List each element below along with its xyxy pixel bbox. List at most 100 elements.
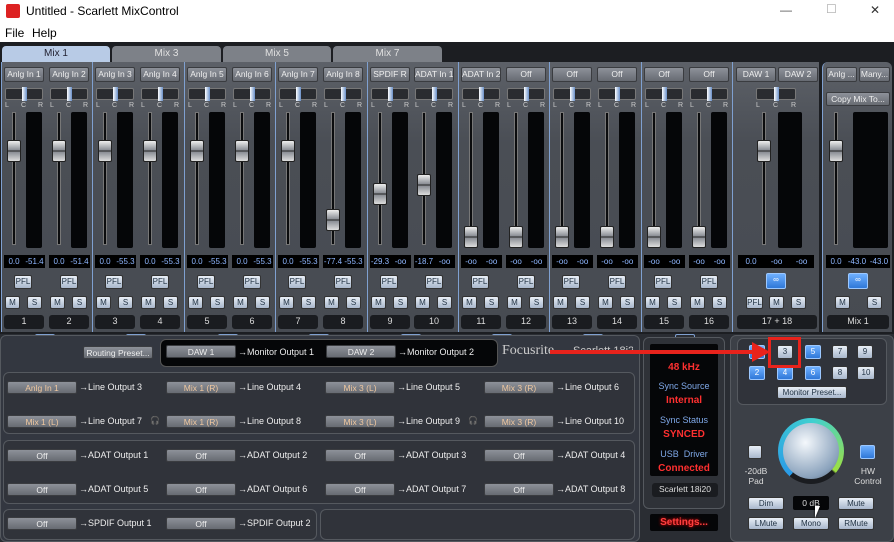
- mute-button[interactable]: Mute: [838, 497, 874, 510]
- pan-handle[interactable]: [707, 87, 712, 101]
- pad-toggle[interactable]: [748, 445, 762, 459]
- mute-button[interactable]: M: [96, 296, 111, 309]
- pan-handle[interactable]: [662, 87, 667, 101]
- pan-handle[interactable]: [341, 87, 346, 101]
- monitor-button-5[interactable]: 5: [805, 345, 821, 359]
- pfl-button[interactable]: PFL: [471, 275, 489, 289]
- pan-slider[interactable]: [233, 87, 271, 101]
- pan-handle[interactable]: [296, 87, 301, 101]
- adat-output-source[interactable]: Off: [7, 449, 77, 462]
- adat-output-source[interactable]: Off: [7, 483, 77, 496]
- channel-fader-knob[interactable]: [509, 226, 523, 249]
- adat-output-source[interactable]: Off: [166, 483, 236, 496]
- pfl-button[interactable]: PFL: [608, 275, 626, 289]
- daw-pan-slider[interactable]: [756, 87, 796, 101]
- monitor-button-4[interactable]: 4: [777, 366, 793, 380]
- rmute-button[interactable]: RMute: [838, 517, 874, 530]
- mute-button[interactable]: M: [690, 296, 705, 309]
- channel-fader-knob[interactable]: [464, 226, 478, 249]
- channel-source-select[interactable]: Anlg In 1: [4, 67, 44, 82]
- line-output-source[interactable]: Mix 3 (L): [325, 415, 395, 428]
- pan-slider[interactable]: [188, 87, 226, 101]
- channel-fader-knob[interactable]: [326, 208, 340, 231]
- channel-source-select[interactable]: Anlg In 3: [95, 67, 135, 82]
- solo-button[interactable]: S: [712, 296, 727, 309]
- tab-mix-1[interactable]: Mix 1: [2, 46, 110, 63]
- sync-source-value[interactable]: Internal: [650, 395, 718, 407]
- pfl-button[interactable]: PFL: [334, 275, 352, 289]
- line-output-source[interactable]: Mix 3 (R): [484, 381, 554, 394]
- channel-source-select[interactable]: Off: [552, 67, 592, 82]
- pan-slider[interactable]: [279, 87, 317, 101]
- mute-button[interactable]: M: [553, 296, 568, 309]
- lmute-button[interactable]: LMute: [748, 517, 784, 530]
- pfl-button[interactable]: PFL: [700, 275, 718, 289]
- daw-fader-knob[interactable]: [757, 139, 771, 162]
- channel-fader-knob[interactable]: [143, 139, 157, 162]
- menu-file[interactable]: File: [5, 26, 24, 40]
- pan-handle[interactable]: [113, 87, 118, 101]
- pfl-button[interactable]: PFL: [105, 275, 123, 289]
- pan-handle[interactable]: [432, 87, 437, 101]
- pan-slider[interactable]: [553, 87, 591, 101]
- pan-handle[interactable]: [250, 87, 255, 101]
- mute-button[interactable]: M: [5, 296, 20, 309]
- pan-slider[interactable]: [507, 87, 545, 101]
- copy-mix-to-button[interactable]: Copy Mix To...: [826, 92, 890, 106]
- solo-button[interactable]: S: [255, 296, 270, 309]
- adat-output-source[interactable]: Off: [325, 483, 395, 496]
- monitor-button-6[interactable]: 6: [805, 366, 821, 380]
- routing-preset-button[interactable]: Routing Preset...: [83, 346, 153, 359]
- adat-output-source[interactable]: Off: [166, 449, 236, 462]
- mono-button[interactable]: Mono: [793, 517, 829, 530]
- pan-slider[interactable]: [324, 87, 362, 101]
- channel-fader-knob[interactable]: [52, 139, 66, 162]
- daw-pfl-button[interactable]: PFL: [746, 296, 763, 309]
- volume-knob[interactable]: [778, 418, 844, 484]
- maximize-button[interactable]: ☐: [826, 2, 837, 16]
- channel-source-select[interactable]: Anlg In 7: [278, 67, 318, 82]
- pfl-button[interactable]: PFL: [197, 275, 215, 289]
- pan-slider[interactable]: [96, 87, 134, 101]
- mute-button[interactable]: M: [598, 296, 613, 309]
- mute-button[interactable]: M: [188, 296, 203, 309]
- solo-button[interactable]: S: [393, 296, 408, 309]
- line-output-source[interactable]: Mix 3 (L): [325, 381, 395, 394]
- monitor-button-7[interactable]: 7: [832, 345, 848, 359]
- channel-fader-knob[interactable]: [692, 226, 706, 249]
- monitor-button-8[interactable]: 8: [832, 366, 848, 380]
- channel-fader-knob[interactable]: [600, 226, 614, 249]
- pfl-button[interactable]: PFL: [425, 275, 443, 289]
- pan-handle[interactable]: [388, 87, 393, 101]
- spdif-output-source[interactable]: Off: [7, 517, 77, 530]
- pfl-button[interactable]: PFL: [562, 275, 580, 289]
- solo-button[interactable]: S: [484, 296, 499, 309]
- channel-source-select[interactable]: Off: [506, 67, 546, 82]
- tab-mix-5[interactable]: Mix 5: [223, 46, 331, 63]
- monitor-button-2[interactable]: 2: [749, 366, 765, 380]
- tab-mix-7[interactable]: Mix 7: [333, 46, 442, 63]
- sample-rate-value[interactable]: 48 kHz: [650, 362, 718, 374]
- solo-button[interactable]: S: [210, 296, 225, 309]
- minimize-button[interactable]: —: [780, 3, 792, 17]
- pfl-button[interactable]: PFL: [517, 275, 535, 289]
- channel-source-select[interactable]: Anlg In 6: [232, 67, 272, 82]
- solo-button[interactable]: S: [620, 296, 635, 309]
- channel-fader-knob[interactable]: [373, 183, 387, 206]
- master-source-select-2[interactable]: Many...: [859, 67, 890, 82]
- solo-button[interactable]: S: [301, 296, 316, 309]
- master-solo-button[interactable]: S: [867, 296, 882, 309]
- solo-button[interactable]: S: [163, 296, 178, 309]
- line-output-source[interactable]: Mix 1 (L): [7, 415, 77, 428]
- channel-fader-knob[interactable]: [281, 139, 295, 162]
- channel-fader-knob[interactable]: [98, 139, 112, 162]
- mute-button[interactable]: M: [233, 296, 248, 309]
- channel-fader-knob[interactable]: [647, 226, 661, 249]
- solo-button[interactable]: S: [27, 296, 42, 309]
- pan-handle[interactable]: [67, 87, 72, 101]
- pan-handle[interactable]: [524, 87, 529, 101]
- solo-button[interactable]: S: [72, 296, 87, 309]
- pan-slider[interactable]: [141, 87, 179, 101]
- pan-slider[interactable]: [415, 87, 453, 101]
- pan-slider[interactable]: [690, 87, 728, 101]
